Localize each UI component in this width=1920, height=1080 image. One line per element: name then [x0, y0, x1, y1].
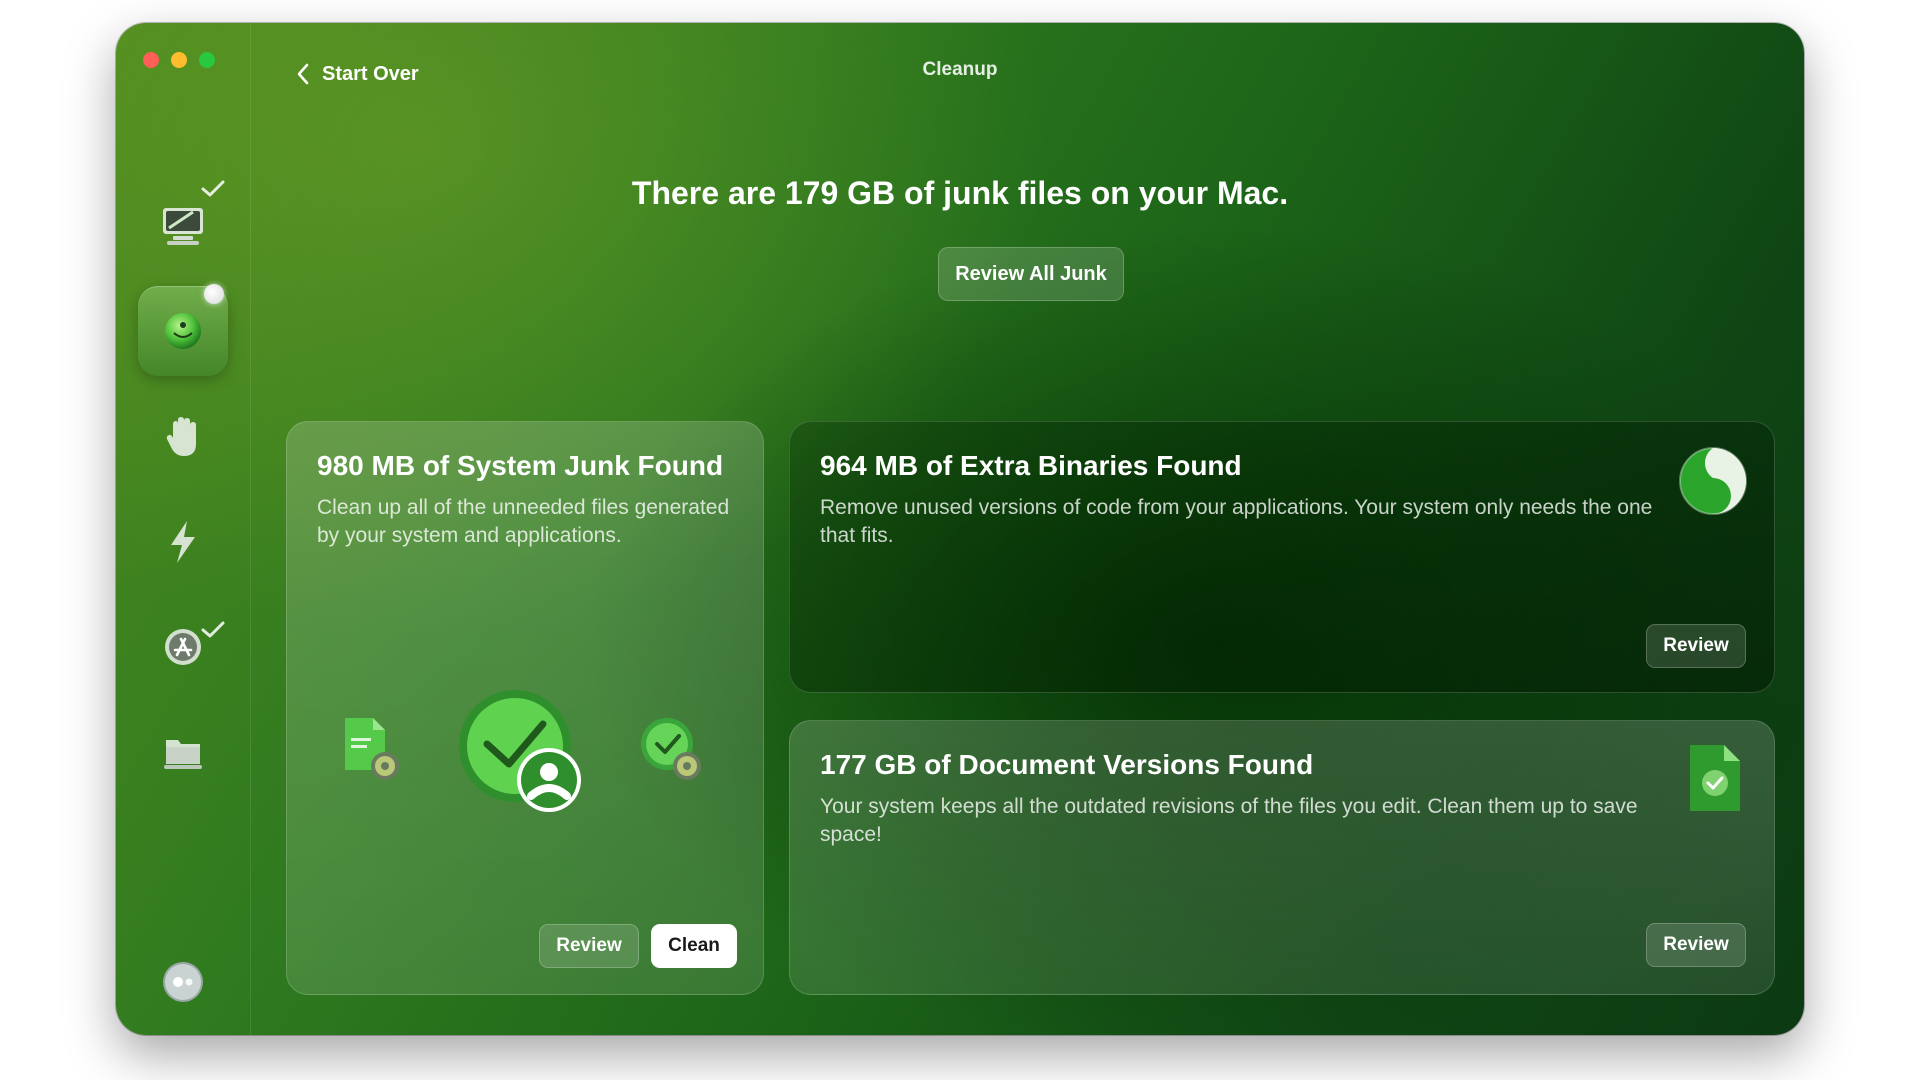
sidebar-item-my-clutter[interactable] — [138, 707, 228, 797]
document-check-icon — [1690, 745, 1740, 811]
document-versions-review-button[interactable]: Review — [1646, 923, 1746, 967]
sidebar-item-performance[interactable] — [138, 497, 228, 587]
extra-binaries-review-button[interactable]: Review — [1646, 624, 1746, 668]
system-junk-card: 980 MB of System Junk Found Clean up all… — [286, 421, 764, 995]
system-junk-clean-button[interactable]: Clean — [651, 924, 737, 968]
sidebar-item-applications[interactable] — [138, 602, 228, 692]
app-store-icon — [165, 629, 201, 665]
junk-summary-headline: There are 179 GB of junk files on your M… — [631, 175, 1289, 211]
lightning-icon — [171, 521, 195, 563]
extra-binaries-title: 964 MB of Extra Binaries Found — [820, 450, 1242, 481]
cleanup-orb-icon — [165, 313, 201, 349]
binaries-orb-icon — [1679, 447, 1747, 515]
system-junk-review-button[interactable]: Review — [539, 924, 639, 968]
clock-gear-icon — [641, 718, 701, 780]
review-all-junk-button[interactable]: Review All Junk — [938, 247, 1124, 301]
extra-binaries-description: Remove unused versions of code from your… — [820, 496, 1653, 547]
hand-icon — [166, 417, 196, 456]
clock-user-icon — [459, 690, 581, 812]
window-title: Cleanup — [922, 59, 998, 80]
document-versions-title: 177 GB of Document Versions Found — [820, 749, 1314, 780]
assistant-icon — [163, 962, 203, 1002]
status-indicator-dot — [204, 284, 224, 304]
sidebar-item-protection[interactable] — [138, 392, 228, 482]
checkmark-icon — [201, 621, 225, 638]
app-window: Start Over Cleanup There are 179 GB of j… — [116, 23, 1804, 1035]
system-junk-description: Clean up all of the unneeded files gener… — [317, 496, 730, 547]
extra-binaries-card: 964 MB of Extra Binaries Found Remove un… — [789, 421, 1775, 693]
document-gear-icon — [345, 718, 399, 780]
document-versions-description: Your system keeps all the outdated revis… — [820, 795, 1638, 846]
document-versions-card: 177 GB of Document Versions Found Your s… — [789, 720, 1775, 995]
folder-icon — [164, 740, 202, 769]
system-junk-title: 980 MB of System Junk Found — [317, 450, 724, 481]
assistant-button[interactable] — [138, 937, 228, 1027]
